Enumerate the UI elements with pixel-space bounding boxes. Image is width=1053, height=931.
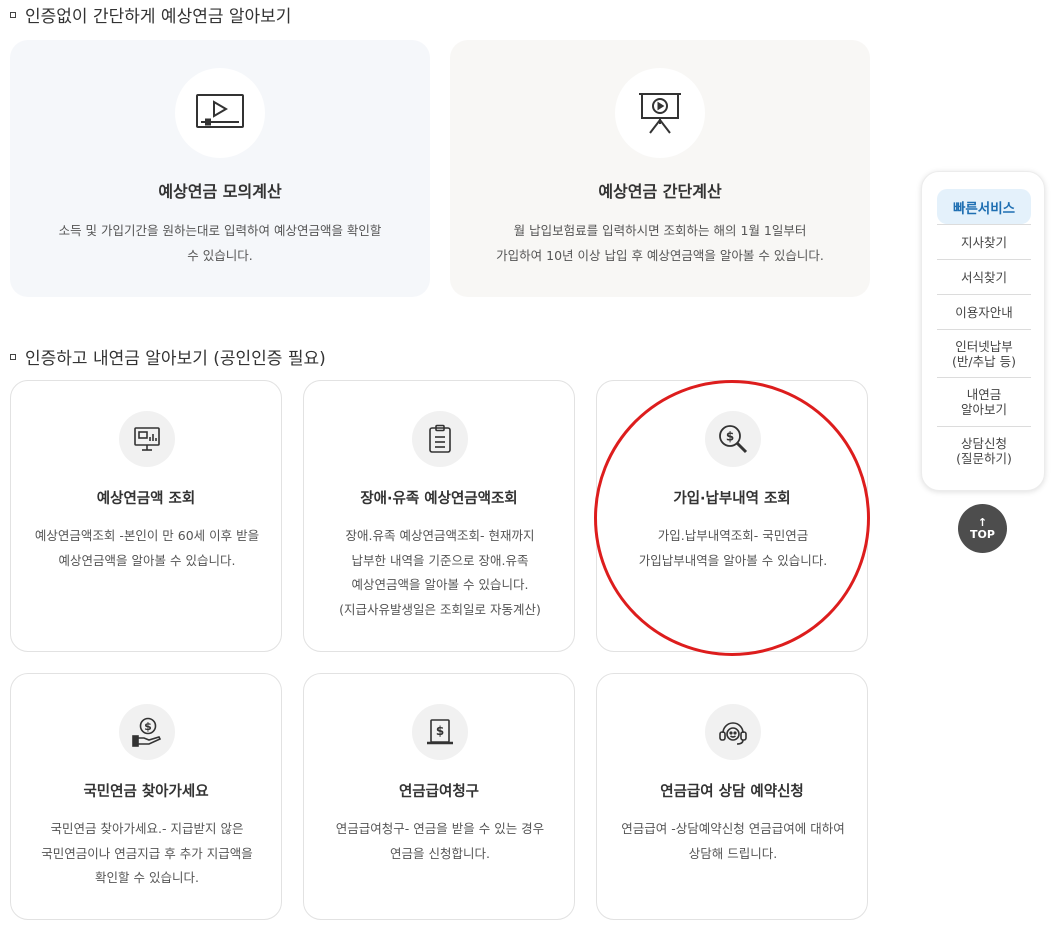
quick-item-internet-payment[interactable]: 인터넷납부 (반/추납 등) (937, 329, 1031, 377)
card-description: 연금급여 -상담예약신청 연금급여에 대하여 상담해 드립니다. (621, 821, 845, 861)
section-title-with-auth: 인증하고 내연금 알아보기 (공인인증 필요) (10, 344, 326, 369)
card-title: 연금급여청구 (398, 784, 480, 800)
card-title: 연금급여 상담 예약신청 (660, 784, 804, 800)
square-bullet-icon (10, 353, 16, 360)
svg-text:$: $ (726, 430, 734, 444)
quick-item-find-branch[interactable]: 지사찾기 (937, 224, 1031, 259)
svg-text:$: $ (436, 724, 444, 738)
dollar-search-icon: $ (705, 411, 761, 467)
card-description: 소득 및 가입기간을 원하는대로 입력하여 예상연금액을 확인할 수 있습니다. (58, 223, 382, 263)
expected-pension-inquiry-card[interactable]: 예상연금액 조회 예상연금액조회 -본인이 만 60세 이후 받을 예상연금액을… (10, 380, 282, 652)
card-description: 월 납입보험료를 입력하시면 조회하는 해의 1월 1일부터 가입하여 10년 … (496, 223, 824, 263)
section-title-text: 인증하고 내연금 알아보기 (공인인증 필요) (25, 349, 326, 369)
scroll-top-button[interactable]: ↑ TOP (958, 504, 1007, 553)
quick-service-menu: 빠른서비스 지사찾기 서식찾기 이용자안내 인터넷납부 (반/추납 등) 내연금… (921, 171, 1045, 491)
quick-menu-title: 빠른서비스 (937, 189, 1031, 224)
find-national-pension-card[interactable]: $ 국민연금 찾아가세요 국민연금 찾아가세요.- 지급받지 않은 국민연금이나… (10, 673, 282, 920)
card-title: 국민연금 찾아가세요 (83, 784, 209, 800)
card-description: 예상연금액조회 -본인이 만 60세 이후 받을 예상연금액을 알아볼 수 있습… (34, 528, 260, 568)
clipboard-icon (412, 411, 468, 467)
card-description: 가입.납부내역조회- 국민연금 가입납부내역을 알아볼 수 있습니다. (638, 528, 828, 568)
disability-survivor-inquiry-card[interactable]: 장애·유족 예상연금액조회 장애.유족 예상연금액조회- 현재까지 납부한 내역… (303, 380, 575, 652)
quick-item-my-pension[interactable]: 내연금 알아보기 (937, 377, 1031, 426)
card-description: 국민연금 찾아가세요.- 지급받지 않은 국민연금이나 연금지급 후 추가 지급… (41, 821, 253, 885)
card-title: 가입·납부내역 조회 (673, 491, 791, 507)
pension-simple-calc-card[interactable]: 예상연금 간단계산 월 납입보험료를 입력하시면 조회하는 해의 1월 1일부터… (450, 40, 870, 297)
quick-item-consultation[interactable]: 상담신청 (질문하기) (937, 426, 1031, 475)
headset-icon (705, 704, 761, 760)
video-player-icon (175, 68, 265, 158)
section-title-no-auth: 인증없이 간단하게 예상연금 알아보기 (10, 2, 291, 27)
benefit-consultation-reservation-card[interactable]: 연금급여 상담 예약신청 연금급여 -상담예약신청 연금급여에 대하여 상담해 … (596, 673, 868, 920)
square-bullet-icon (10, 11, 16, 18)
pension-simulation-card[interactable]: 예상연금 모의계산 소득 및 가입기간을 원하는대로 입력하여 예상연금액을 확… (10, 40, 430, 297)
subscription-payment-inquiry-card[interactable]: $ 가입·납부내역 조회 가입.납부내역조회- 국민연금 가입납부내역을 알아볼… (596, 380, 868, 652)
pension-benefit-claim-card[interactable]: $ 연금급여청구 연금급여청구- 연금을 받을 수 있는 경우 연금을 신청합니… (303, 673, 575, 920)
card-title: 장애·유족 예상연금액조회 (360, 491, 518, 507)
card-description: 연금급여청구- 연금을 받을 수 있는 경우 연금을 신청합니다. (335, 821, 545, 861)
card-title: 예상연금 간단계산 (598, 182, 722, 201)
presentation-board-icon (615, 68, 705, 158)
arrow-up-icon: ↑ (977, 515, 988, 529)
card-title: 예상연금액 조회 (96, 491, 196, 507)
hand-coin-icon: $ (119, 704, 175, 760)
monitor-chart-icon (119, 411, 175, 467)
quick-item-user-guide[interactable]: 이용자안내 (937, 294, 1031, 329)
quick-item-find-forms[interactable]: 서식찾기 (937, 259, 1031, 294)
svg-text:$: $ (144, 720, 152, 733)
top-label: TOP (970, 527, 995, 541)
section-title-text: 인증없이 간단하게 예상연금 알아보기 (25, 7, 292, 27)
card-description: 장애.유족 예상연금액조회- 현재까지 납부한 내역을 기준으로 장애.유족 예… (339, 528, 541, 617)
card-title: 예상연금 모의계산 (158, 182, 282, 201)
dollar-document-icon: $ (412, 704, 468, 760)
